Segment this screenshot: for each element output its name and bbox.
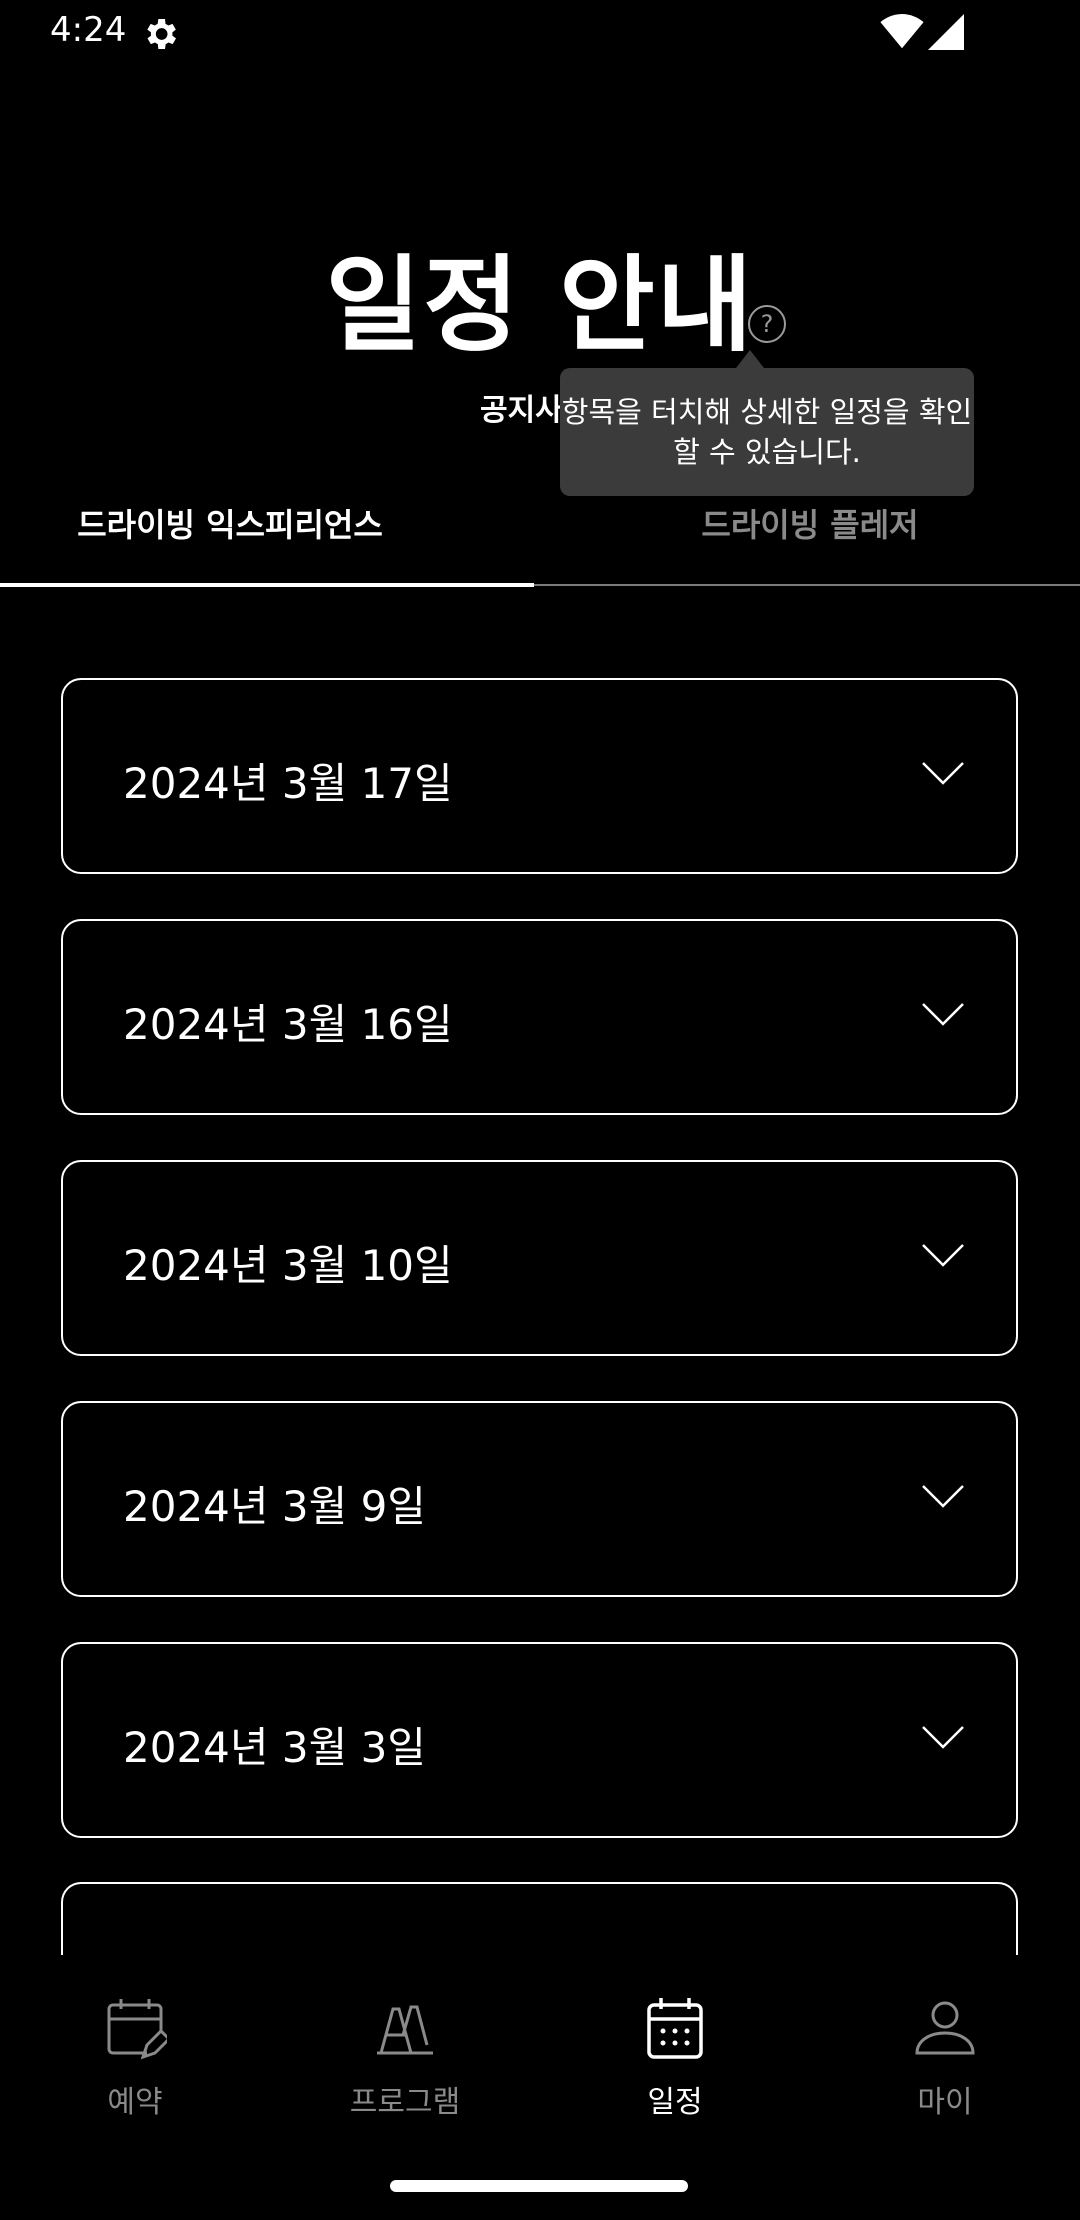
page-title: 일정 안내 [325,244,755,366]
schedule-item[interactable]: 2024년 3월 3일 [61,1642,1018,1838]
chevron-down-icon[interactable] [920,760,966,788]
active-tab-indicator [0,583,534,587]
nav-reservation[interactable]: 예약 [0,1995,270,2121]
chevron-down-icon[interactable] [920,1724,966,1752]
schedule-item[interactable]: 2024년 3월 10일 [61,1160,1018,1356]
status-bar: 4:24 [0,0,1080,66]
traffic-cones-icon [377,2005,433,2055]
help-icon[interactable]: ? [748,305,786,343]
nav-schedule[interactable]: 일정 [540,1995,810,2121]
nav-label: 일정 [647,2085,703,2120]
chevron-down-icon[interactable] [920,1242,966,1270]
chevron-down-icon[interactable] [920,1001,966,1029]
schedule-screen: 4:24 일정 안내 ? 공지사 항목을 터치해 상세한 일정을 확인할 수 있… [0,0,1080,2220]
help-tooltip: 항목을 터치해 상세한 일정을 확인할 수 있습니다. [560,350,974,496]
schedule-date: 2024년 3월 3일 [123,1723,426,1772]
notice-label: 공지사 [480,393,563,428]
nav-label: 마이 [917,2085,973,2120]
nav-label: 예약 [107,2085,163,2120]
person-icon [915,2001,975,2055]
cellular-signal-icon [928,14,964,50]
schedule-date: 2024년 3월 9일 [123,1482,426,1531]
schedule-item[interactable]: 2024년 3월 17일 [61,678,1018,874]
schedule-date: 2024년 3월 16일 [123,1000,453,1049]
chevron-down-icon[interactable] [920,1483,966,1511]
nav-label: 프로그램 [349,2085,461,2120]
schedule-date: 2024년 3월 17일 [123,759,453,808]
schedule-item[interactable]: 2024년 3월 16일 [61,919,1018,1115]
tab-driving-pleasure[interactable]: 드라이빙 플레저 [540,500,1080,546]
home-indicator[interactable] [390,2180,688,2192]
calendar-icon [647,1998,703,2059]
gear-icon [147,19,176,49]
wifi-icon [880,14,924,49]
nav-program[interactable]: 프로그램 [270,1995,540,2121]
schedule-date: 2024년 3월 10일 [123,1241,453,1290]
calendar-edit-icon [107,1999,167,2060]
status-time: 4:24 [50,10,127,50]
nav-my[interactable]: 마이 [810,1995,1080,2121]
tab-driving-experience[interactable]: 드라이빙 익스피리언스 [0,500,540,546]
schedule-item[interactable]: 2024년 3월 9일 [61,1401,1018,1597]
